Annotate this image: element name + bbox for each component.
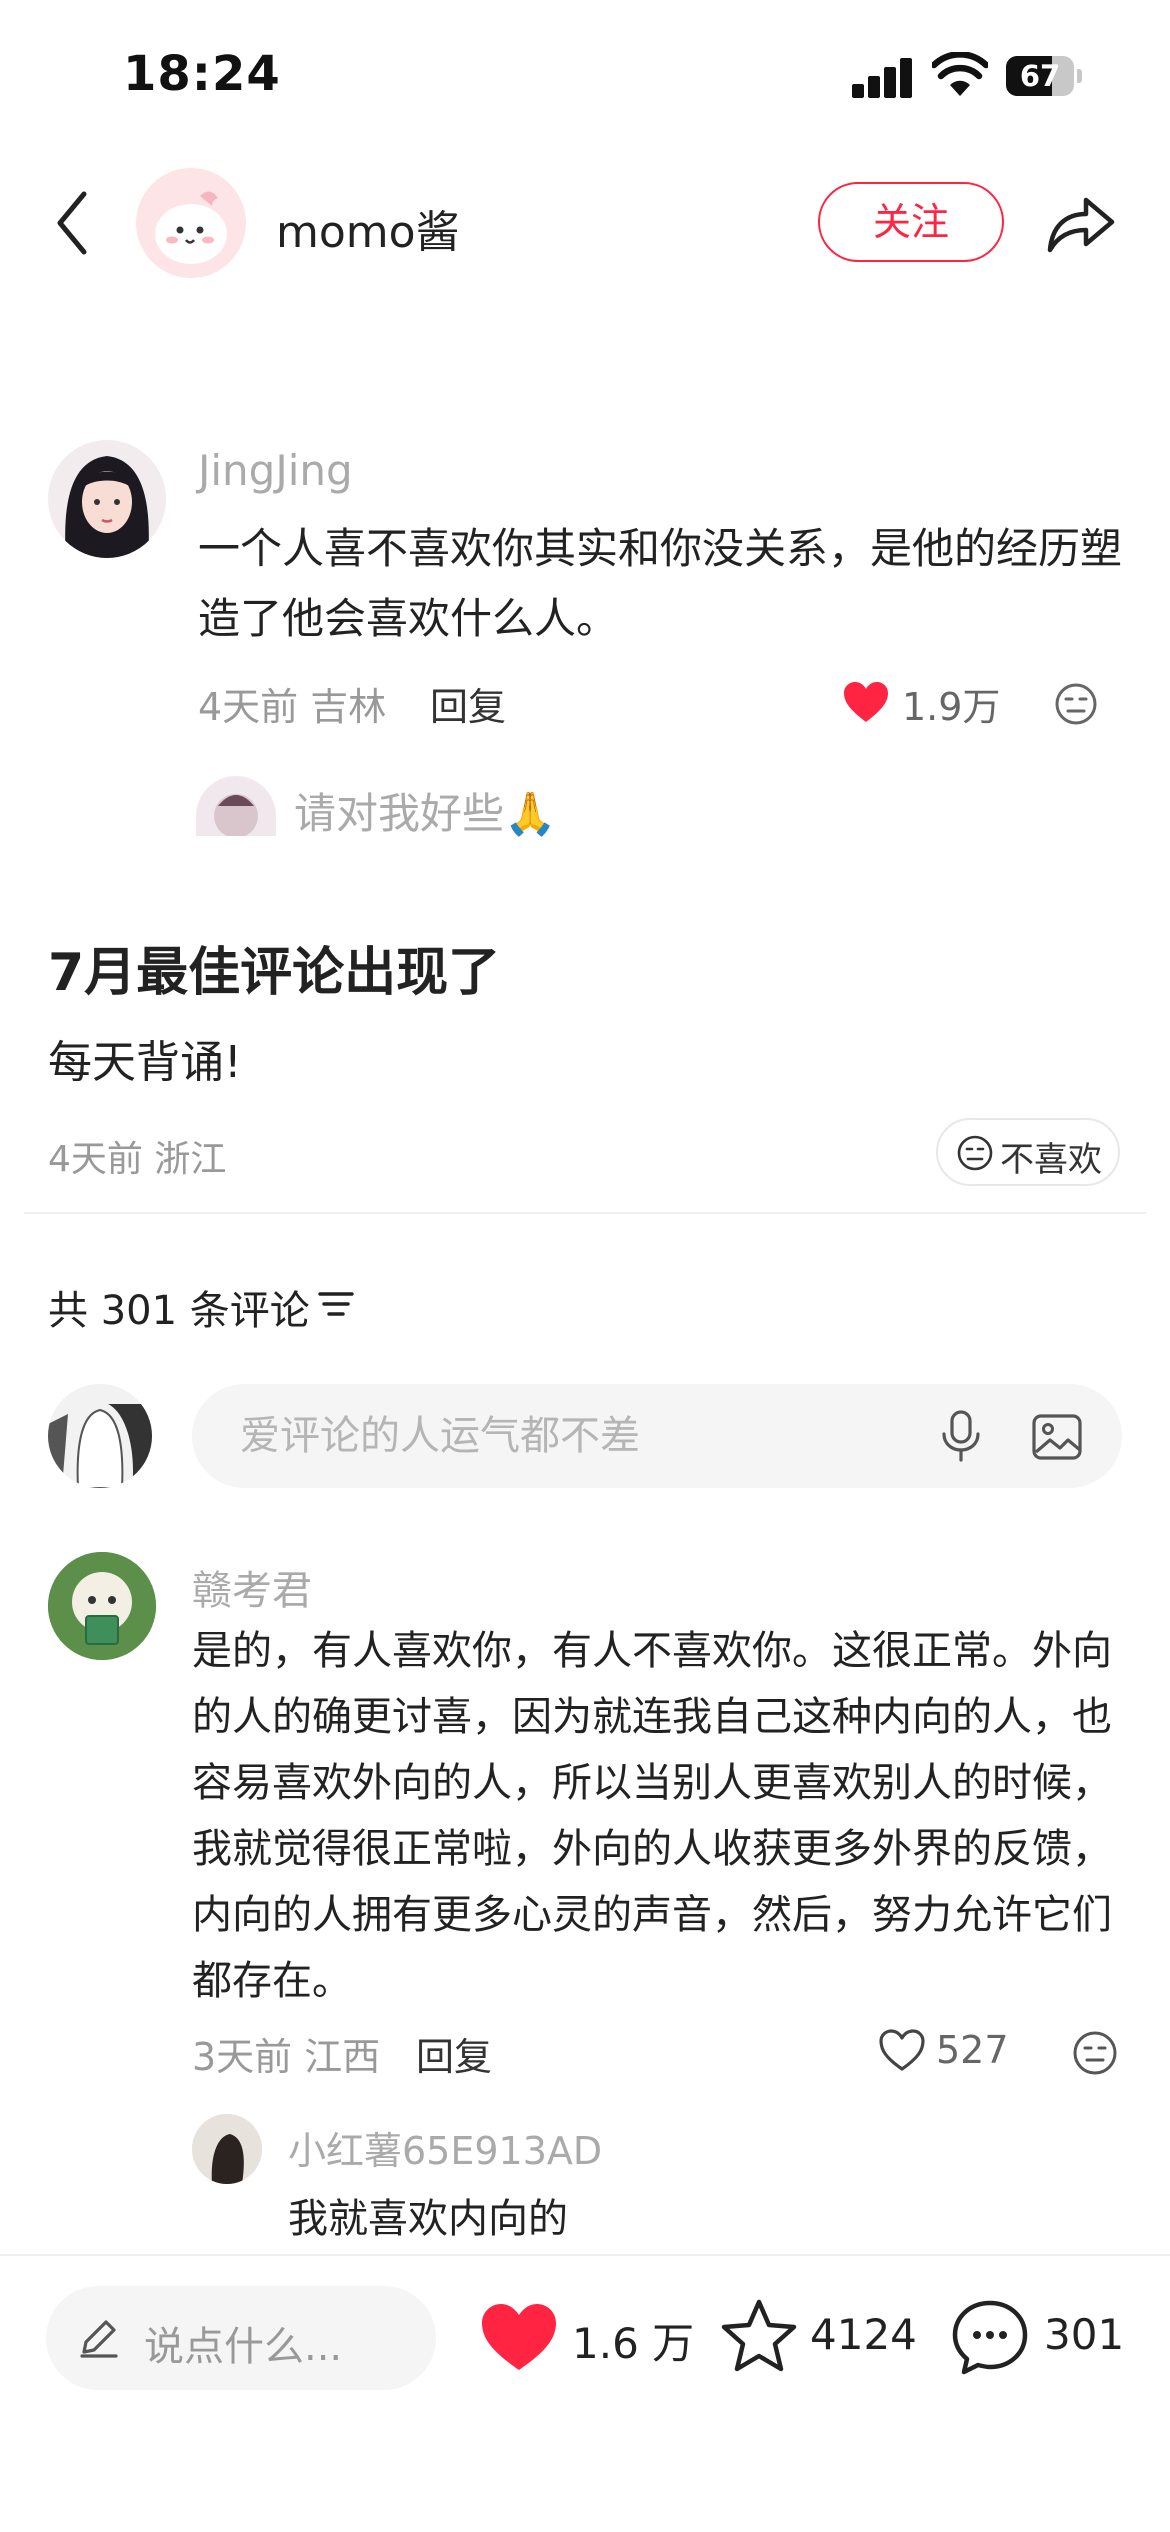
author-avatar[interactable] (136, 168, 246, 278)
follow-button[interactable]: 关注 (818, 182, 1004, 262)
pencil-icon (80, 2320, 118, 2358)
quoted-comment-meta: 4天前 吉林 (198, 685, 387, 729)
comment-input[interactable] (192, 1384, 1122, 1488)
quoted-sub-reply-avatar[interactable] (196, 776, 276, 836)
like-heart-icon[interactable] (480, 2302, 558, 2372)
cellular-signal-icon (852, 56, 914, 98)
section-divider (24, 1212, 1146, 1214)
heart-outline-icon[interactable] (878, 2028, 926, 2072)
dislike-face-icon[interactable] (1072, 2030, 1118, 2076)
quoted-comment-reply-button[interactable]: 回复 (430, 676, 506, 731)
comment-avatar[interactable] (48, 1552, 156, 1660)
post-body: 每天背诵! (48, 1037, 242, 1088)
comment-text: 是的，有人喜欢你，有人不喜欢你。这很正常。外向的人的确更讨喜，因为就连我自己这种… (192, 1628, 1112, 2004)
collect-star-icon[interactable] (720, 2298, 798, 2374)
reply-username[interactable]: 小红薯65E913AD (288, 2120, 602, 2175)
image-icon[interactable] (1032, 1414, 1082, 1460)
quoted-comment-likes: 1.9万 (902, 685, 1001, 729)
battery-icon: 67 (1006, 56, 1082, 96)
dislike-button[interactable]: 不喜欢 (936, 1118, 1120, 1186)
wifi-icon (932, 52, 988, 96)
post-collects-count: 4124 (810, 2310, 917, 2359)
dislike-face-icon[interactable] (1054, 682, 1098, 726)
post-meta: 4天前 浙江 (48, 1139, 227, 1180)
microphone-icon[interactable] (940, 1410, 982, 1462)
dislike-face-icon (957, 1135, 993, 1171)
reply-avatar[interactable] (192, 2114, 262, 2184)
comment-bubble-icon[interactable] (950, 2298, 1030, 2376)
quoted-sub-reply-text: 请对我好些🙏 (294, 789, 557, 838)
post-comments-count: 301 (1044, 2310, 1125, 2359)
quoted-comment-avatar[interactable] (48, 440, 166, 558)
sort-filter-icon[interactable] (318, 1290, 354, 1318)
comment-meta: 3天前 江西 (192, 2035, 381, 2079)
reply-text: 我就喜欢内向的 (288, 2196, 568, 2242)
quoted-comment-text: 一个人喜不喜欢你其实和你没关系，是他的经历塑造了他会喜欢什么人。 (198, 524, 1123, 643)
status-time: 18:24 (123, 46, 281, 102)
comment-username[interactable]: 赣考君 (192, 1558, 312, 1616)
comment-count: 共 301 条评论 (48, 1288, 310, 1334)
comment-likes: 527 (936, 2028, 1009, 2072)
battery-level: 67 (1019, 59, 1061, 93)
dislike-label: 不喜欢 (1000, 1140, 1102, 1180)
comment-reply-button[interactable]: 回复 (416, 2026, 492, 2081)
post-likes-count: 1.6 万 (572, 2319, 695, 2368)
heart-filled-icon[interactable] (842, 680, 890, 724)
author-name[interactable]: momo酱 (276, 196, 460, 260)
my-avatar[interactable] (48, 1384, 152, 1488)
post-title: 7月最佳评论出现了 (48, 943, 501, 1003)
share-icon[interactable] (1044, 190, 1116, 256)
quoted-comment-username[interactable]: JingJing (198, 446, 353, 495)
say-something-placeholder[interactable]: 说点什么... (144, 2314, 342, 2372)
back-arrow-icon[interactable] (52, 188, 92, 258)
